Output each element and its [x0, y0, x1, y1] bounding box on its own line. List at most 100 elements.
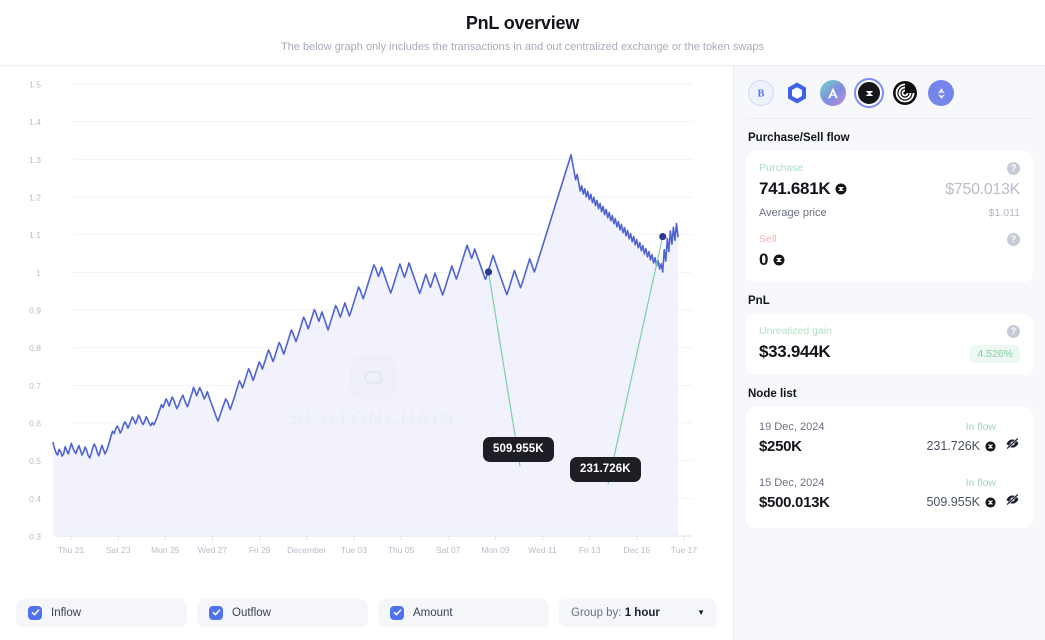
check-icon [390, 606, 404, 620]
token-selector: B [746, 76, 1033, 119]
purchase-header-row: Purchase ? [759, 162, 1020, 175]
svg-text:0.7: 0.7 [29, 381, 41, 391]
ethena-coin-icon [985, 497, 996, 508]
stats-sidebar: B [733, 66, 1045, 640]
pnl-percent-badge: 4.526% [970, 345, 1020, 363]
node-list-title: Node list [748, 388, 1033, 400]
help-icon[interactable]: ? [1007, 162, 1020, 175]
svg-text:Wed 27: Wed 27 [198, 545, 227, 555]
svg-text:Mon 25: Mon 25 [151, 545, 180, 555]
node-date: 15 Dec, 2024 [759, 477, 824, 489]
svg-text:0.8: 0.8 [29, 343, 41, 353]
node-item-top: 19 Dec, 2024 In flow [759, 421, 1020, 433]
average-price-value: $1.011 [989, 207, 1020, 219]
purchase-sell-card: Purchase ? 741.681K $750.013K Average pr… [746, 151, 1033, 282]
checkbox-outflow[interactable]: Outflow [197, 599, 368, 627]
checkbox-label: Amount [413, 607, 453, 619]
svg-text:Tue 03: Tue 03 [341, 545, 367, 555]
node-date: 19 Dec, 2024 [759, 421, 824, 433]
page-body: 1.51.41.31.21.110.90.80.70.60.50.40.3Thu… [0, 66, 1045, 640]
svg-text:Thu 05: Thu 05 [388, 545, 415, 555]
node-usd-value: $250K [759, 438, 802, 455]
eye-off-icon[interactable] [1005, 492, 1020, 512]
group-by-dropdown[interactable]: Group by: 1 hour ▼ [559, 599, 717, 627]
ethena-coin-icon [835, 183, 847, 195]
svg-text:1.4: 1.4 [29, 117, 41, 127]
pnl-card: Unrealized gain ? $33.944K 4.526% [746, 314, 1033, 375]
sell-header-row: Sell ? [759, 233, 1020, 246]
help-icon[interactable]: ? [1007, 325, 1020, 338]
group-by-value: 1 hour [625, 607, 660, 619]
svg-text:0.3: 0.3 [29, 532, 41, 542]
node-item-top: 15 Dec, 2024 In flow [759, 477, 1020, 489]
pnl-value-row: $33.944K 4.526% [759, 342, 1020, 363]
node-flow-label: In flow [966, 421, 996, 433]
group-by-label: Group by: 1 hour [571, 607, 660, 619]
svg-text:1.5: 1.5 [29, 80, 41, 90]
purchase-amount-row: 741.681K $750.013K [759, 179, 1020, 199]
node-usd-value: $500.013K [759, 494, 830, 511]
ethereum-token-icon[interactable] [928, 80, 954, 106]
checkbox-label: Inflow [51, 607, 81, 619]
svg-text:Tue 17: Tue 17 [671, 545, 697, 555]
purchase-sell-flow-title: Purchase/Sell flow [748, 132, 1033, 144]
checkbox-amount[interactable]: Amount [378, 599, 549, 627]
svg-text:Wed 11: Wed 11 [528, 545, 557, 555]
help-icon[interactable]: ? [1007, 233, 1020, 246]
chevron-down-icon: ▼ [697, 609, 705, 617]
svg-text:Sat 23: Sat 23 [106, 545, 131, 555]
node-list-item[interactable]: 15 Dec, 2024 In flow $500.013K 509.955K [759, 474, 1020, 516]
ethena-coin-icon [985, 441, 996, 452]
chart-area[interactable]: 1.51.41.31.21.110.90.80.70.60.50.40.3Thu… [0, 66, 733, 585]
check-icon [209, 606, 223, 620]
chart-panel: 1.51.41.31.21.110.90.80.70.60.50.40.3Thu… [0, 66, 733, 640]
node-item-bottom: $250K 231.726K [759, 436, 1020, 456]
svg-text:Fri 29: Fri 29 [249, 545, 271, 555]
sell-amount-row: 0 [759, 250, 1020, 270]
node-item-bottom: $500.013K 509.955K [759, 492, 1020, 512]
bitcoin-token-icon[interactable]: B [748, 80, 774, 106]
svg-text:0.4: 0.4 [29, 494, 41, 504]
node-token-amount: 231.726K [926, 439, 996, 453]
svg-text:1.1: 1.1 [29, 230, 41, 240]
check-icon [28, 606, 42, 620]
node-list-item[interactable]: 19 Dec, 2024 In flow $250K 231.726K [759, 418, 1020, 460]
page-title: PnL overview [466, 11, 579, 35]
svg-text:December: December [287, 545, 326, 555]
svg-text:0.6: 0.6 [29, 419, 41, 429]
chainlink-token-icon[interactable] [784, 80, 810, 106]
sell-label: Sell [759, 233, 777, 245]
ethena-coin-icon [773, 254, 785, 266]
purchase-amount: 741.681K [759, 179, 847, 199]
purchase-label: Purchase [759, 162, 803, 174]
purchase-usd: $750.013K [945, 181, 1020, 199]
ethena-token-icon[interactable] [856, 80, 882, 106]
page-subtitle: The below graph only includes the transa… [281, 40, 764, 54]
node-list-card: 19 Dec, 2024 In flow $250K 231.726K [746, 407, 1033, 528]
pnl-header-row: Unrealized gain ? [759, 325, 1020, 338]
sell-amount: 0 [759, 250, 785, 270]
svg-text:0.9: 0.9 [29, 306, 41, 316]
svg-text:Sat 07: Sat 07 [436, 545, 461, 555]
node-token-amount: 509.955K [926, 495, 996, 509]
bittensor-token-icon[interactable] [892, 80, 918, 106]
unrealized-gain-label: Unrealized gain [759, 325, 832, 337]
node-flow-label: In flow [966, 477, 996, 489]
svg-text:1.3: 1.3 [29, 155, 41, 165]
pnl-line-chart[interactable]: 1.51.41.31.21.110.90.80.70.60.50.40.3Thu… [0, 66, 733, 585]
svg-text:Mon 09: Mon 09 [481, 545, 510, 555]
chart-marker-tooltip[interactable]: 231.726K [570, 457, 641, 482]
checkbox-inflow[interactable]: Inflow [16, 599, 187, 627]
svg-text:0.5: 0.5 [29, 456, 41, 466]
pnl-title: PnL [748, 295, 1033, 307]
svg-text:Fri 13: Fri 13 [579, 545, 601, 555]
svg-text:Dec 15: Dec 15 [623, 545, 650, 555]
chart-marker-tooltip[interactable]: 509.955K [483, 437, 554, 462]
unrealized-gain-value: $33.944K [759, 342, 830, 362]
aave-token-icon[interactable] [820, 80, 846, 106]
average-price-row: Average price $1.011 [759, 207, 1020, 219]
eye-off-icon[interactable] [1005, 436, 1020, 456]
average-price-label: Average price [759, 207, 827, 219]
svg-text:1: 1 [36, 268, 41, 278]
svg-text:B: B [758, 88, 765, 99]
